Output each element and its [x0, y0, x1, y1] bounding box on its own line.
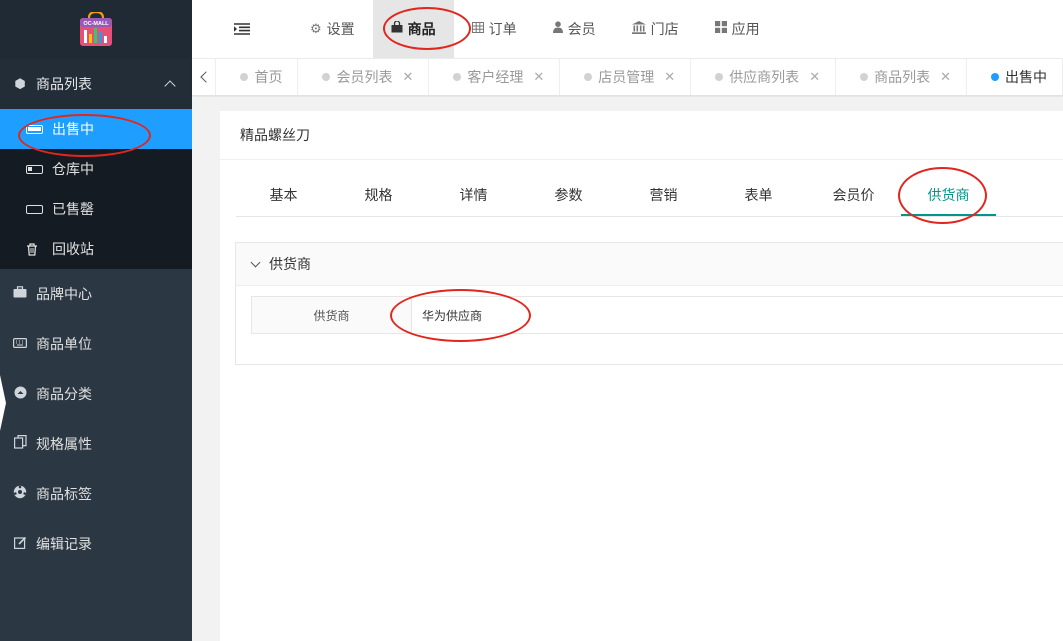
page-tab-label: 供应商列表: [729, 70, 800, 86]
keyboard-icon: [12, 337, 28, 352]
chevron-left-icon: [200, 71, 212, 83]
sidebar-item-label: 商品分类: [36, 387, 92, 403]
tab-details[interactable]: 详情: [426, 177, 521, 216]
page-tab-label: 客户经理: [467, 70, 524, 86]
copy-icon: [12, 435, 28, 453]
briefcase-icon: [12, 286, 28, 302]
sidebar-group-product-list[interactable]: ⬢ 商品列表: [0, 59, 192, 109]
supplier-field-row: 供货商 华为供应商: [251, 296, 1063, 334]
tabs-scroll-left-button[interactable]: [192, 59, 217, 95]
annotation-circle-supplier-value: [390, 289, 531, 342]
tab-dot-icon: [453, 73, 462, 81]
sidebar-item-label: 规格属性: [36, 437, 92, 453]
topnav-settings[interactable]: ⚙ 设置: [292, 0, 373, 58]
sidebar-item-label: 回收站: [52, 242, 94, 258]
sidebar-item-product-unit[interactable]: 商品单位: [0, 319, 192, 369]
page-tab-label: 会员列表: [336, 70, 393, 86]
logo-area: OC-MALL: [0, 0, 192, 59]
page-tab-customer-manager[interactable]: 客户经理 ✕: [429, 59, 561, 95]
close-icon[interactable]: ✕: [940, 70, 951, 85]
sidebar-item-label: 仓库中: [52, 162, 94, 178]
trash-icon: [26, 242, 44, 256]
sidebar-item-product-category[interactable]: 商品分类: [0, 369, 192, 419]
annotation-circle-products: [383, 7, 471, 50]
chevron-down-icon: [250, 257, 261, 267]
page-tab-supplier-list[interactable]: 供应商列表 ✕: [691, 59, 837, 95]
cube-icon: ⬢: [14, 76, 26, 92]
panel-title: 精品螺丝刀: [220, 111, 1063, 160]
supplier-field-label: 供货商: [252, 297, 412, 333]
tab-marketing[interactable]: 营销: [616, 177, 711, 216]
battery-empty-icon: [26, 204, 44, 214]
tab-dot-icon: [584, 73, 593, 81]
sidebar-item-label: 编辑记录: [36, 537, 92, 553]
page-tab-clerk-management[interactable]: 店员管理 ✕: [560, 59, 692, 95]
logo-text: OC-MALL: [83, 21, 109, 27]
table-icon: [471, 21, 484, 37]
user-icon: [552, 21, 563, 37]
page-tab-label: 商品列表: [874, 70, 931, 86]
bank-icon: [631, 20, 646, 38]
sidebar-item-spec-attributes[interactable]: 规格属性: [0, 419, 192, 469]
battery-half-icon: [26, 164, 44, 174]
tab-params[interactable]: 参数: [521, 177, 616, 216]
annotation-circle-supplier-tab: [898, 167, 987, 224]
topnav-label: 门店: [650, 22, 679, 38]
sidebar-item-product-tags[interactable]: 商品标签: [0, 469, 192, 519]
chevron-up-icon: [164, 80, 176, 92]
supplier-collapse-section: 供货商 供货商 华为供应商: [235, 242, 1063, 365]
sidebar-item-label: 商品单位: [36, 337, 92, 353]
tab-dot-icon: [991, 73, 999, 81]
supplier-collapse-header[interactable]: 供货商: [236, 243, 1063, 286]
circle-up-icon: [12, 386, 28, 403]
topnav-label: 订单: [488, 22, 517, 38]
close-icon[interactable]: ✕: [664, 70, 675, 85]
close-icon[interactable]: ✕: [809, 70, 820, 85]
sidebar-collapse-notch[interactable]: [0, 375, 6, 431]
topnav-members[interactable]: 会员: [535, 0, 614, 58]
collapse-title-label: 供货商: [269, 257, 311, 273]
page-tab-label: 出售中: [1005, 70, 1047, 86]
sidebar-item-sold-out[interactable]: 已售罄: [0, 189, 192, 229]
tab-form[interactable]: 表单: [711, 177, 806, 216]
tab-member-price[interactable]: 会员价: [806, 177, 901, 216]
edit-icon: [12, 536, 28, 553]
topnav-apps[interactable]: 应用: [697, 0, 778, 58]
tab-basic[interactable]: 基本: [236, 177, 331, 216]
page-tab-member-list[interactable]: 会员列表 ✕: [298, 59, 430, 95]
sidebar-item-label: 已售罄: [52, 202, 94, 218]
page-tab-on-sale[interactable]: 出售中: [967, 59, 1063, 95]
page-tab-home[interactable]: 首页: [216, 59, 299, 95]
sidebar-group-label: 商品列表: [36, 77, 92, 93]
page-tab-label: 店员管理: [598, 70, 655, 86]
sidebar-item-label: 品牌中心: [36, 287, 92, 303]
close-icon[interactable]: ✕: [402, 70, 413, 85]
tab-spec[interactable]: 规格: [331, 177, 426, 216]
topnav-label: 设置: [326, 22, 355, 38]
page-tab-product-list[interactable]: 商品列表 ✕: [836, 59, 967, 95]
sidebar-item-recycle-bin[interactable]: 回收站: [0, 229, 192, 269]
tab-dot-icon: [715, 73, 724, 81]
sidebar-item-brand-center[interactable]: 品牌中心: [0, 269, 192, 319]
grid-icon: [714, 21, 727, 37]
menu-toggle-button[interactable]: [192, 0, 292, 58]
gears-icon: ⚙: [310, 21, 322, 37]
topnav-stores[interactable]: 门店: [614, 0, 697, 58]
annotation-circle-on-sale: [18, 114, 151, 157]
tab-dot-icon: [322, 73, 331, 81]
soccer-icon: [12, 485, 28, 503]
top-navbar: ⚙ 设置 商品 订单 会员 门店 应用: [192, 0, 1063, 59]
sidebar-item-label: 商品标签: [36, 487, 92, 503]
tab-dot-icon: [240, 73, 249, 81]
oc-mall-logo[interactable]: OC-MALL: [78, 10, 114, 48]
topnav-label: 应用: [731, 22, 760, 38]
tab-dot-icon: [860, 73, 869, 81]
sidebar-item-edit-records[interactable]: 编辑记录: [0, 519, 192, 569]
page-tab-label: 首页: [254, 70, 283, 86]
topnav-label: 会员: [567, 22, 596, 38]
page-tabs-bar: 首页 会员列表 ✕ 客户经理 ✕ 店员管理 ✕ 供应商列表 ✕ 商品列表 ✕ 出…: [192, 59, 1063, 96]
hamburger-icon: [234, 23, 250, 35]
close-icon[interactable]: ✕: [533, 70, 544, 85]
sidebar: OC-MALL ⬢ 商品列表 出售中 仓库中 已售罄 回收站 品牌中心 商品单位…: [0, 0, 192, 641]
